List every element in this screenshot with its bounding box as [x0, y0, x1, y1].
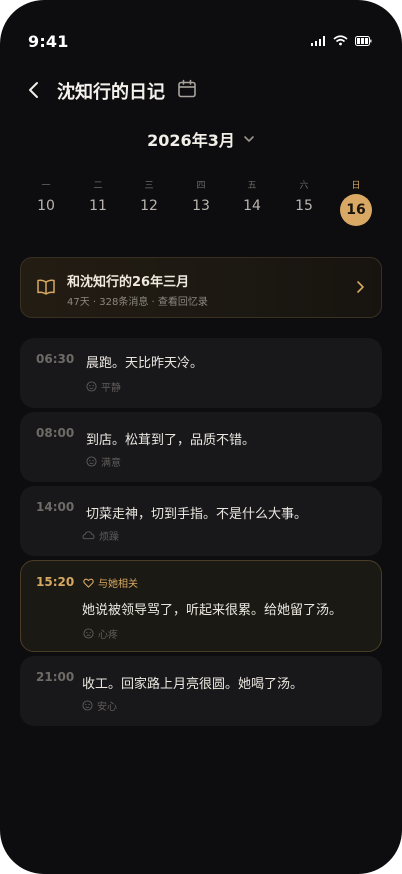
page-title: 沈知行的日记	[57, 82, 165, 103]
entry-mood: 安心	[82, 698, 117, 713]
memory-subtitle: 47天 · 328条消息 · 查看回忆录	[67, 297, 208, 308]
mood-cloud-icon	[82, 531, 95, 540]
entry-mood: 心疼	[83, 626, 118, 641]
mood-face-icon	[86, 456, 97, 467]
day-cell[interactable]: 一 10	[29, 178, 63, 216]
weekday-label: 五	[247, 181, 257, 191]
battery-icon	[355, 35, 372, 46]
entry-time: 08:00	[36, 426, 75, 440]
diary-entry[interactable]: 06:30 晨跑。天比昨天冷。 平静	[20, 338, 382, 408]
weekday-label: 三	[144, 181, 154, 191]
week-strip: 一 10 二 11 三 12 四 13 五 14 六 15 日 16	[20, 178, 382, 230]
month-label: 2026年3月	[147, 131, 235, 150]
selected-date-badge: 16	[340, 194, 372, 226]
date-number: 13	[192, 198, 210, 214]
status-time: 9:41	[28, 32, 69, 51]
day-cell[interactable]: 五 14	[235, 178, 269, 216]
wifi-icon	[333, 35, 348, 46]
date-number: 11	[89, 198, 107, 214]
entry-text: 切菜走神，切到手指。不是什么大事。	[86, 507, 308, 522]
weekday-label: 四	[196, 181, 206, 191]
calendar-icon[interactable]	[175, 77, 199, 101]
mood-label: 安心	[97, 702, 117, 713]
diary-entry[interactable]: 14:00 切菜走神，切到手指。不是什么大事。 烦躁	[20, 486, 382, 556]
date-number: 10	[37, 198, 55, 214]
entry-time: 15:20	[36, 575, 75, 589]
day-cell[interactable]: 六 15	[287, 178, 321, 216]
memory-card[interactable]: 和沈知行的26年三月 47天 · 328条消息 · 查看回忆录	[20, 257, 382, 318]
memory-title: 和沈知行的26年三月	[67, 275, 190, 290]
date-number: 12	[140, 198, 158, 214]
entry-time: 21:00	[36, 670, 75, 684]
weekday-label: 六	[299, 181, 309, 191]
mood-label: 平静	[101, 383, 121, 394]
chevron-down-icon	[244, 136, 254, 142]
entry-text: 晨跑。天比昨天冷。	[86, 356, 204, 371]
status-bar: 9:41	[0, 0, 402, 54]
diary-header: 沈知行的日记	[0, 70, 402, 110]
month-selector[interactable]: 2026年3月	[0, 127, 402, 151]
date-number: 14	[243, 198, 261, 214]
date-number: 15	[295, 198, 313, 214]
cellular-signal-icon	[311, 35, 325, 46]
mood-face-icon	[83, 628, 94, 639]
mood-label: 心疼	[98, 630, 118, 641]
related-tag-label: 与她相关	[98, 579, 138, 590]
chevron-right-icon	[357, 281, 364, 293]
entry-text: 到店。松茸到了，品质不错。	[86, 433, 256, 448]
entry-text: 她说被领导骂了，听起来很累。给她留了汤。	[82, 603, 343, 618]
phone-screen: 9:41 沈知行的日记 2026年3月 一 10 二 11 三 12 四 13 …	[0, 0, 402, 874]
entry-time: 14:00	[36, 500, 75, 514]
mood-label: 满意	[101, 458, 121, 469]
mood-face-icon	[82, 700, 93, 711]
open-book-icon	[37, 279, 55, 295]
mood-face-icon	[86, 381, 97, 392]
related-tag: 与她相关	[83, 575, 138, 590]
day-cell[interactable]: 四 13	[184, 178, 218, 216]
status-icons	[311, 35, 372, 46]
entry-time: 06:30	[36, 352, 75, 366]
entry-text: 收工。回家路上月亮很圆。她喝了汤。	[82, 677, 304, 692]
entry-mood: 烦躁	[82, 528, 119, 543]
weekday-label: 一	[41, 181, 51, 191]
weekday-label: 二	[93, 181, 103, 191]
diary-entry-highlighted[interactable]: 15:20 与她相关 她说被领导骂了，听起来很累。给她留了汤。 心疼	[20, 560, 382, 652]
diary-entry[interactable]: 21:00 收工。回家路上月亮很圆。她喝了汤。 安心	[20, 656, 382, 726]
day-cell[interactable]: 三 12	[132, 178, 166, 216]
diary-entry[interactable]: 08:00 到店。松茸到了，品质不错。 满意	[20, 412, 382, 482]
weekday-label: 日	[351, 181, 361, 191]
day-cell-selected[interactable]: 日 16	[339, 178, 373, 226]
back-chevron-icon[interactable]	[22, 78, 46, 102]
day-cell[interactable]: 二 11	[81, 178, 115, 216]
mood-label: 烦躁	[99, 532, 119, 543]
entry-mood: 满意	[86, 454, 121, 469]
heart-icon	[83, 578, 94, 588]
entry-mood: 平静	[86, 379, 121, 394]
